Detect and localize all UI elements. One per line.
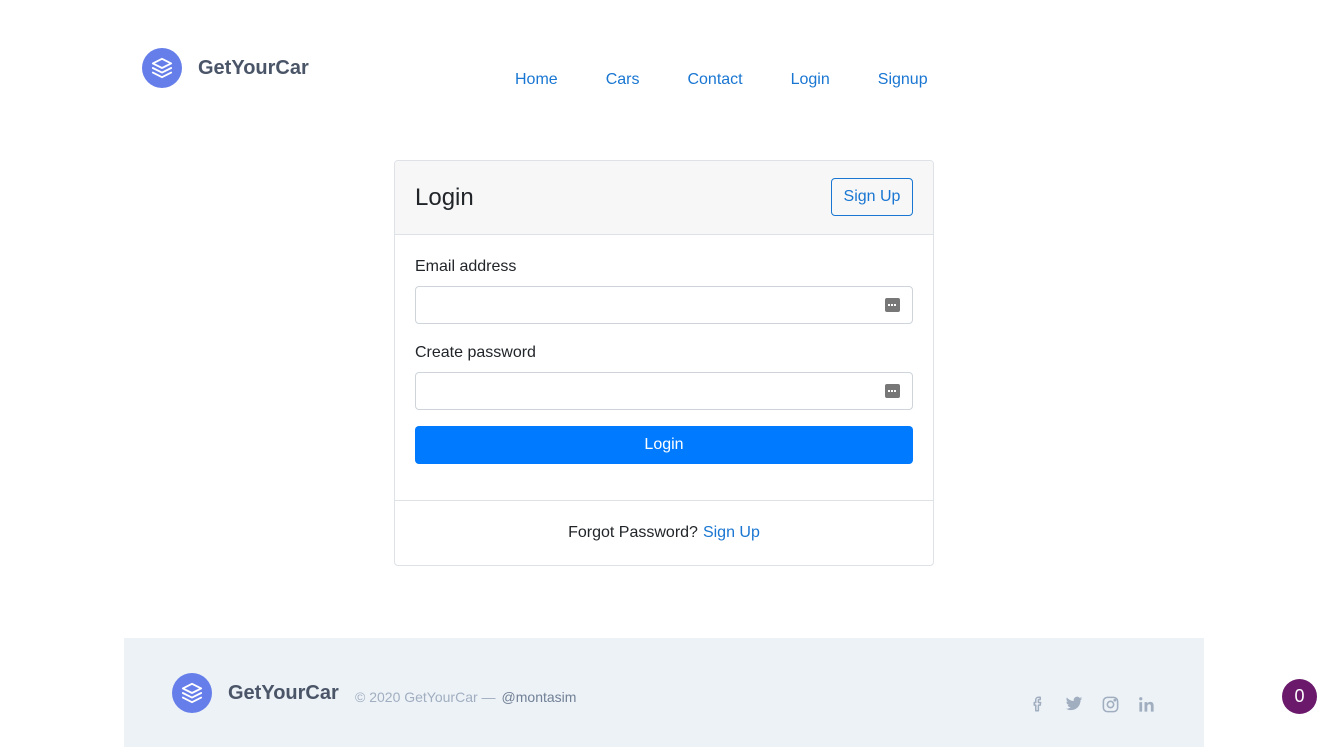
password-manager-icon[interactable] xyxy=(885,384,900,398)
footer-brand-name: GetYourCar xyxy=(228,681,339,704)
email-label: Email address xyxy=(415,258,517,275)
forgot-password-text: Forgot Password? xyxy=(568,524,698,541)
login-card-header: Login Sign Up xyxy=(395,161,933,235)
nav-link-home[interactable]: Home xyxy=(515,70,558,90)
login-card-footer: Forgot Password? Sign Up xyxy=(395,501,933,565)
author-handle-link[interactable]: @montasim xyxy=(502,689,577,705)
copyright-text: © 2020 GetYourCar — @montasim xyxy=(355,689,576,705)
social-links xyxy=(1028,694,1156,714)
main-nav: Home Cars Contact Login Signup xyxy=(515,70,928,90)
twitter-icon[interactable] xyxy=(1064,694,1084,714)
login-submit-button[interactable]: Login xyxy=(415,426,913,464)
site-footer: GetYourCar © 2020 GetYourCar — @montasim xyxy=(124,638,1204,747)
nav-link-login[interactable]: Login xyxy=(791,70,830,90)
brand-logo-link[interactable]: GetYourCar xyxy=(142,48,309,88)
notification-badge[interactable]: 0 xyxy=(1282,679,1317,714)
signup-button[interactable]: Sign Up xyxy=(831,178,913,216)
nav-link-contact[interactable]: Contact xyxy=(687,70,742,90)
password-field-wrapper xyxy=(415,372,913,410)
instagram-icon[interactable] xyxy=(1100,694,1120,714)
nav-link-signup[interactable]: Signup xyxy=(878,70,928,90)
copyright-label: © 2020 GetYourCar — xyxy=(355,689,496,705)
password-field[interactable] xyxy=(416,373,912,409)
layers-icon xyxy=(172,673,212,713)
facebook-icon[interactable] xyxy=(1028,694,1048,714)
footer-brand-link[interactable]: GetYourCar xyxy=(172,673,339,713)
layers-icon xyxy=(142,48,182,88)
footer-signup-link[interactable]: Sign Up xyxy=(703,524,760,542)
site-header: GetYourCar Home Cars Contact Login Signu… xyxy=(0,0,1327,130)
login-form: Email address Create password Login xyxy=(395,235,933,501)
email-field[interactable] xyxy=(416,287,912,323)
linkedin-icon[interactable] xyxy=(1136,694,1156,714)
password-label: Create password xyxy=(415,344,536,361)
email-field-wrapper xyxy=(415,286,913,324)
login-card: Login Sign Up Email address Create passw… xyxy=(394,160,934,566)
password-manager-icon[interactable] xyxy=(885,298,900,312)
brand-name: GetYourCar xyxy=(198,56,309,79)
login-title: Login xyxy=(415,184,474,211)
nav-link-cars[interactable]: Cars xyxy=(606,70,640,90)
